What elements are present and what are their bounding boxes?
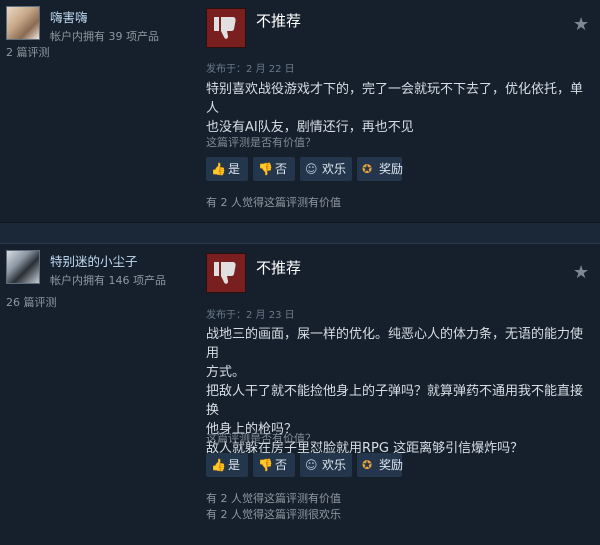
vote-yes-button[interactable]: 👍 是 [206,157,248,181]
helpful-question: 这篇评测是否有价值？ [206,432,316,445]
smiley-icon: ☺ [305,458,318,472]
vote-funny-button[interactable]: ☺ 欢乐 [300,157,352,181]
vote-yes-label: 是 [228,458,241,472]
thumbs-up-icon: 👍 [211,162,226,176]
award-label: 奖励 [379,162,404,176]
reviewer-name[interactable]: 嗨害嗨 [50,7,88,26]
review-line: 把敌人干了就不能捡他身上的子弹吗？就算弹药不通用我不能直接换 [206,384,584,418]
thumbs-down-icon [206,8,246,48]
award-icon: ✪ [362,458,373,472]
review-line: 战地三的画面，屎一样的优化。纯恶心人的体力条，无语的能力使用 [206,327,584,361]
funny-count: 有 2 人觉得这篇评测很欢乐 [206,508,341,521]
vote-no-label: 否 [275,458,288,472]
vote-no-button[interactable]: 👎 否 [253,453,295,477]
avatar[interactable] [6,6,40,40]
review-separator [0,223,600,243]
thumbs-up-icon: 👍 [211,458,226,472]
reviewer-products[interactable]: 帐户内拥有 39 项产品 [50,28,159,44]
posted-date: 发布于：2 月 22 日 [206,64,295,75]
award-button[interactable]: ✪ 奖励 [357,453,404,477]
helpful-question: 这篇评测是否有价值？ [206,136,316,149]
vote-yes-button[interactable]: 👍 是 [206,453,248,477]
award-button[interactable]: ✪ 奖励 [357,157,404,181]
avatar[interactable] [6,250,40,284]
helpful-count: 有 2 人觉得这篇评测有价值 [206,196,341,209]
review-card: 嗨害嗨 帐户内拥有 39 项产品 2 篇评测 不推荐 ★ 发布于：2 月 22 … [0,0,600,223]
reviewer-name[interactable]: 特别迷的小尘子 [50,251,138,270]
vote-funny-label: 欢乐 [322,162,347,176]
posted-date: 发布于：2 月 23 日 [206,310,295,321]
smiley-icon: ☺ [305,162,318,176]
vote-no-label: 否 [275,162,288,176]
award-icon: ✪ [362,162,373,176]
vote-no-button[interactable]: 👎 否 [253,157,295,181]
verdict-label: 不推荐 [256,259,302,277]
thumbs-down-icon: 👎 [258,458,273,472]
vote-funny-button[interactable]: ☺ 欢乐 [300,453,352,477]
thumbs-down-icon: 👎 [258,162,273,176]
reviewer-review-count[interactable]: 2 篇评测 [6,44,50,60]
review-line: 方式。 [206,365,246,380]
reviewer-review-count[interactable]: 26 篇评测 [6,294,57,310]
star-icon[interactable]: ★ [573,262,589,283]
review-card: 特别迷的小尘子 帐户内拥有 146 项产品 26 篇评测 不推荐 ★ 发布于：2… [0,243,600,545]
review-line: 特别喜欢战役游戏才下的，完了一会就玩不下去了，优化依托，单人 [206,82,584,116]
review-body: 特别喜欢战役游戏才下的，完了一会就玩不下去了，优化依托，单人 也没有AI队友，剧… [206,80,590,137]
award-label: 奖励 [379,458,404,472]
verdict-label: 不推荐 [256,12,302,30]
vote-yes-label: 是 [228,162,241,176]
star-icon[interactable]: ★ [573,14,589,35]
vote-funny-label: 欢乐 [322,458,347,472]
helpful-count: 有 2 人觉得这篇评测有价值 [206,492,341,505]
reviewer-products[interactable]: 帐户内拥有 146 项产品 [50,272,166,288]
thumbs-down-icon [206,253,246,293]
